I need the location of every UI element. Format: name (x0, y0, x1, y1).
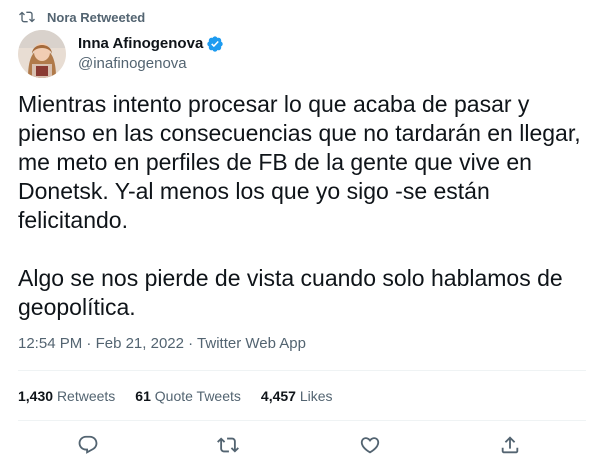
divider (18, 370, 586, 371)
reply-button[interactable] (77, 434, 99, 456)
author-handle[interactable]: @inafinogenova (78, 54, 224, 74)
tweet-source[interactable]: Twitter Web App (197, 335, 306, 352)
share-button[interactable] (499, 434, 521, 456)
tweet-time[interactable]: 12:54 PM (18, 335, 82, 352)
retweet-icon (217, 437, 239, 453)
retweeted-by-header[interactable]: Nora Retweeted (19, 8, 145, 26)
tweet-paragraph: Mientras intento procesar lo que acaba d… (18, 91, 581, 233)
author-name[interactable]: Inna Afinogenova (78, 34, 203, 54)
tweet-text: Mientras intento procesar lo que acaba d… (18, 90, 593, 322)
meta-separator: · (82, 335, 96, 352)
avatar[interactable] (18, 30, 66, 78)
retweets-stat[interactable]: 1,430 Retweets (18, 386, 115, 406)
author-block: Inna Afinogenova @inafinogenova (18, 30, 224, 78)
verified-badge-icon (207, 36, 223, 52)
meta-separator: · (183, 335, 198, 352)
like-button[interactable] (359, 434, 381, 456)
tweet-date[interactable]: Feb 21, 2022 (96, 335, 184, 352)
divider (18, 420, 586, 421)
retweeted-by-label: Nora Retweeted (47, 9, 146, 25)
likes-stat[interactable]: 4,457 Likes (261, 386, 333, 406)
engagement-stats: 1,430 Retweets 61 Quote Tweets 4,457 Lik… (18, 386, 353, 406)
retweet-icon (19, 11, 35, 23)
heart-icon (360, 437, 380, 454)
action-bar (0, 432, 598, 460)
tweet-metadata: 12:54 PM · Feb 21, 2022 · Twitter Web Ap… (18, 334, 306, 354)
tweet-paragraph: Algo se nos pierde de vista cuando solo … (18, 265, 563, 320)
share-icon (501, 436, 519, 454)
quote-tweets-stat[interactable]: 61 Quote Tweets (135, 386, 241, 406)
retweet-button[interactable] (217, 434, 239, 456)
reply-icon (78, 435, 98, 454)
